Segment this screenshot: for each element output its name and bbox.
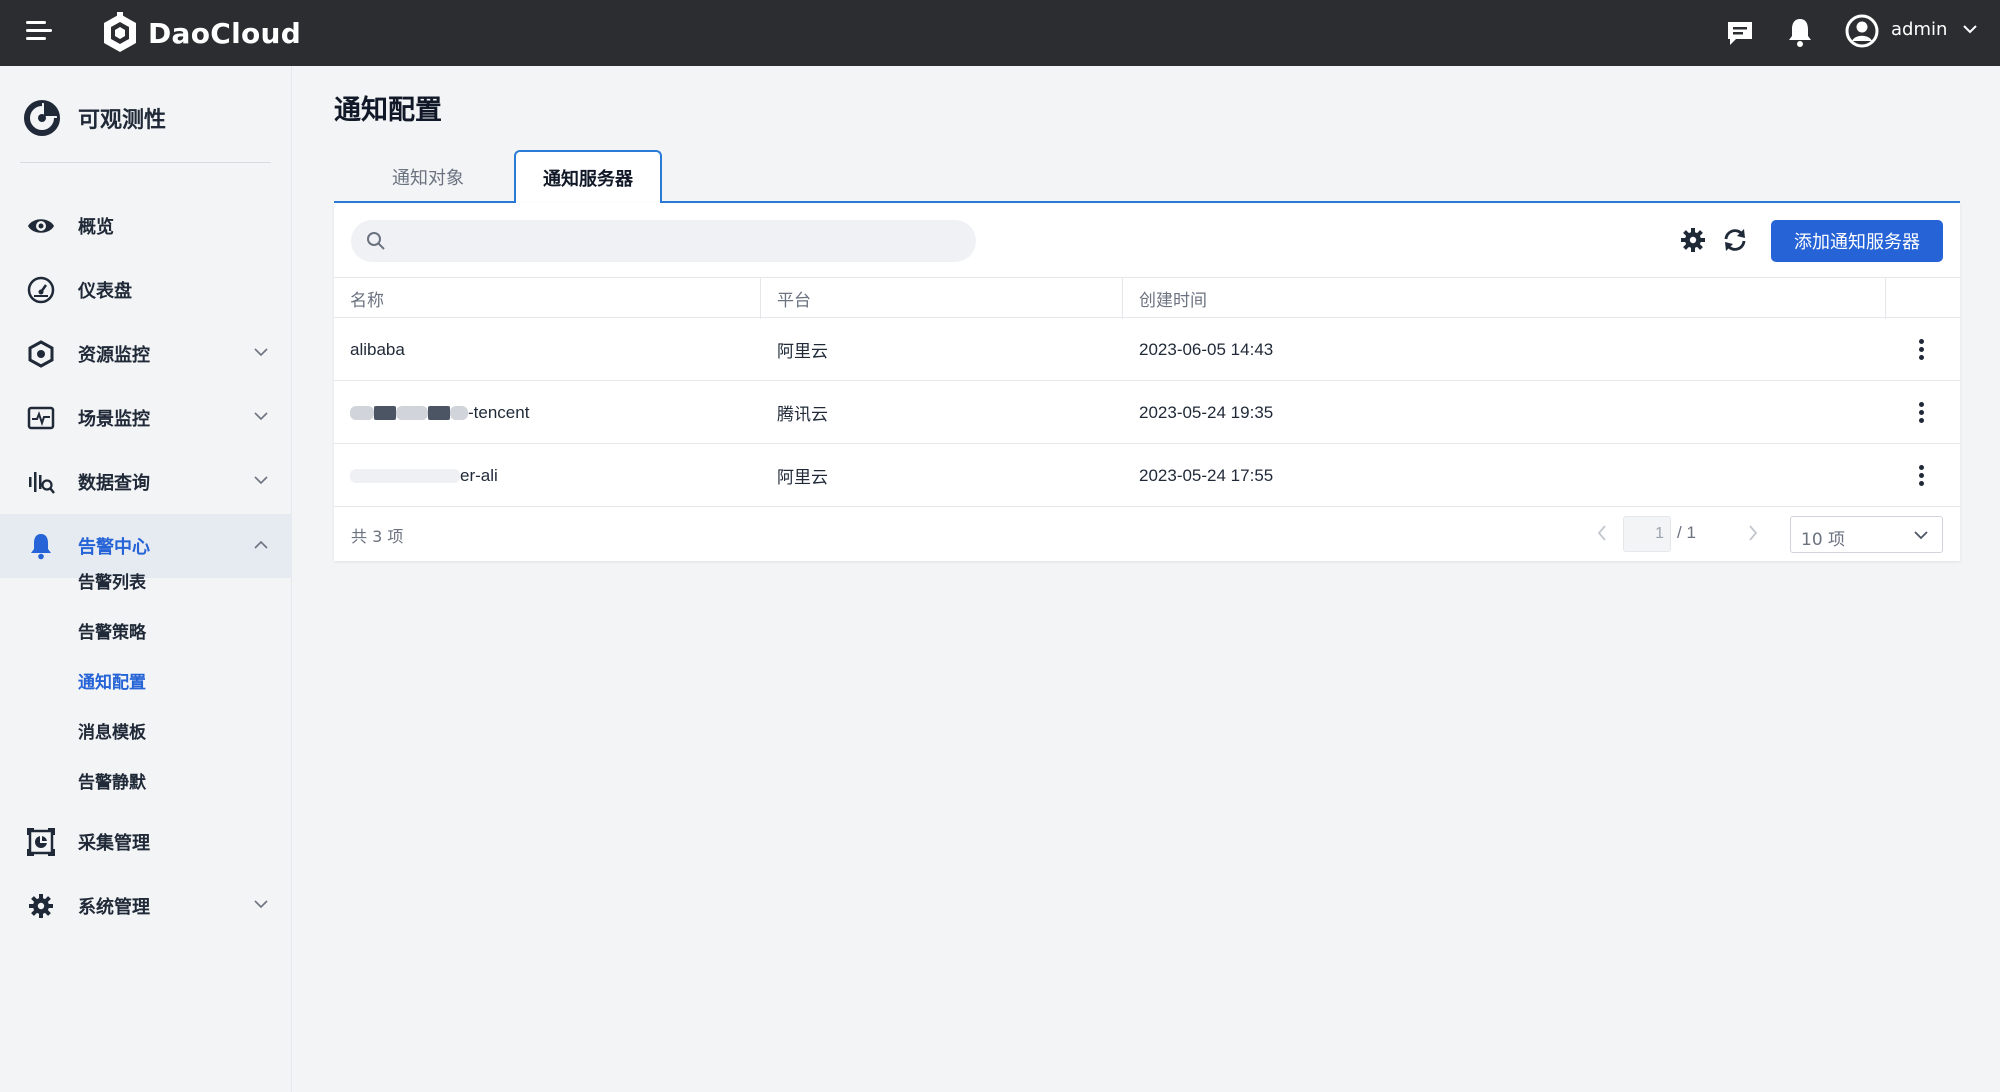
more-actions-icon[interactable] — [1909, 337, 1933, 363]
column-header-actions — [1886, 278, 1960, 319]
table-header: 名称 平台 创建时间 — [334, 277, 1960, 319]
cell-name: alibaba — [334, 318, 761, 381]
sidebar-sub-message-template[interactable]: 消息模板 — [78, 718, 146, 743]
redacted-text — [450, 405, 468, 420]
sidebar-item-label: 数据查询 — [78, 473, 150, 494]
chevron-down-icon — [254, 412, 268, 421]
notification-bell-icon[interactable] — [1784, 16, 1816, 48]
dashboard-gauge-icon — [26, 275, 56, 305]
sidebar-item-system-management[interactable]: 系统管理 — [0, 874, 292, 938]
cell-created: 2023-05-24 19:35 — [1139, 402, 1274, 422]
sidebar-item-label: 采集管理 — [78, 833, 150, 854]
settings-gear-icon[interactable] — [1680, 227, 1706, 253]
brand[interactable]: DaoCloud — [100, 10, 301, 56]
sidebar: 可观测性 概览 仪表盘 资源监控 场景监控 数据查询 告警中心 告警列表 告警策… — [0, 66, 292, 1092]
sidebar-item-label: 系统管理 — [78, 897, 150, 918]
more-actions-icon[interactable] — [1909, 463, 1933, 489]
column-header-created[interactable]: 创建时间 — [1123, 278, 1886, 319]
user-name[interactable]: admin — [1891, 19, 1947, 40]
sidebar-item-label: 资源监控 — [78, 345, 150, 366]
sidebar-item-label: 概览 — [78, 217, 114, 238]
message-icon[interactable] — [1724, 17, 1756, 49]
sidebar-item-label: 场景监控 — [78, 409, 150, 430]
chevron-down-icon — [1914, 531, 1928, 540]
search-input[interactable] — [394, 220, 964, 262]
sidebar-item-data-query[interactable]: 数据查询 — [0, 450, 292, 514]
chevron-down-icon — [254, 348, 268, 357]
page-title: 通知配置 — [334, 95, 442, 126]
total-count: 共 3 项 — [351, 527, 404, 546]
sidebar-divider — [20, 162, 271, 163]
top-navigation-bar: DaoCloud admin — [0, 0, 2000, 66]
cell-name: er-ali — [334, 444, 761, 507]
data-query-icon — [26, 467, 56, 497]
sidebar-item-collection[interactable]: 采集管理 — [0, 810, 292, 874]
column-header-name[interactable]: 名称 — [334, 278, 761, 319]
cell-platform: 阿里云 — [777, 342, 828, 362]
sidebar-item-scene-monitor[interactable]: 场景监控 — [0, 386, 292, 450]
chevron-left-icon[interactable] — [1596, 523, 1608, 543]
chevron-up-icon — [254, 540, 268, 549]
page-size-select[interactable]: 10 项 — [1790, 516, 1943, 553]
server-name[interactable]: -tencent — [468, 403, 529, 423]
sidebar-sub-alert-list[interactable]: 告警列表 — [78, 568, 146, 593]
eye-icon — [26, 211, 56, 241]
sidebar-item-label: 告警中心 — [78, 537, 150, 558]
table-row[interactable]: -tencent 腾讯云 2023-05-24 19:35 — [334, 381, 1960, 444]
server-name[interactable]: er-ali — [460, 466, 498, 486]
sidebar-item-overview[interactable]: 概览 — [0, 194, 292, 258]
sidebar-sub-alert-policy[interactable]: 告警策略 — [78, 618, 146, 643]
redacted-text — [428, 405, 450, 420]
server-name[interactable]: alibaba — [350, 340, 405, 360]
server-list-card: 添加通知服务器 名称 平台 创建时间 alibaba 阿里云 2023-06-0… — [334, 203, 1960, 561]
module-title: 可观测性 — [78, 108, 167, 133]
chevron-down-icon[interactable] — [1962, 24, 1978, 34]
more-actions-icon[interactable] — [1909, 400, 1933, 426]
bell-icon — [26, 531, 56, 561]
sidebar-item-dashboard[interactable]: 仪表盘 — [0, 258, 292, 322]
table-row[interactable]: alibaba 阿里云 2023-06-05 14:43 — [334, 318, 1960, 381]
column-header-platform[interactable]: 平台 — [761, 278, 1123, 319]
page-size-value: 10 项 — [1801, 530, 1846, 550]
redacted-text — [350, 405, 374, 420]
scene-monitor-icon — [26, 403, 56, 433]
observability-logo-icon — [24, 100, 60, 136]
chevron-right-icon[interactable] — [1747, 523, 1759, 543]
user-avatar-icon[interactable] — [1845, 14, 1879, 48]
cell-name: -tencent — [334, 381, 761, 444]
redacted-text — [396, 405, 428, 420]
tab-bar: 通知对象 通知服务器 — [334, 150, 1960, 205]
redacted-text — [350, 468, 460, 483]
table-row[interactable]: er-ali 阿里云 2023-05-24 17:55 — [334, 444, 1960, 507]
cell-created: 2023-06-05 14:43 — [1139, 339, 1274, 359]
resource-hexagon-icon — [26, 339, 56, 369]
sidebar-item-resource-monitor[interactable]: 资源监控 — [0, 322, 292, 386]
search-icon — [367, 232, 385, 250]
brand-name: DaoCloud — [148, 16, 302, 50]
daocloud-logo-icon — [104, 12, 136, 52]
cell-platform: 腾讯云 — [777, 405, 828, 425]
tab-notification-servers[interactable]: 通知服务器 — [514, 150, 662, 205]
page-total: / 1 — [1677, 523, 1696, 542]
sidebar-item-label: 仪表盘 — [78, 281, 132, 302]
gear-icon — [26, 891, 56, 921]
page-number-input[interactable]: 1 — [1623, 516, 1671, 552]
tab-notification-targets[interactable]: 通知对象 — [358, 150, 498, 203]
chevron-down-icon — [254, 900, 268, 909]
refresh-icon[interactable] — [1721, 226, 1749, 254]
collection-icon — [26, 827, 56, 857]
sidebar-sub-alert-silence[interactable]: 告警静默 — [78, 768, 146, 793]
sidebar-sub-notification-config[interactable]: 通知配置 — [78, 668, 146, 693]
cell-created: 2023-05-24 17:55 — [1139, 465, 1274, 485]
sidebar-item-alert-center[interactable]: 告警中心 — [0, 514, 292, 578]
cell-platform: 阿里云 — [777, 468, 828, 488]
redacted-text — [374, 405, 396, 420]
module-header: 可观测性 — [22, 94, 166, 142]
add-notification-server-button[interactable]: 添加通知服务器 — [1771, 220, 1943, 262]
menu-hamburger-icon[interactable] — [26, 20, 52, 42]
chevron-down-icon — [254, 476, 268, 485]
